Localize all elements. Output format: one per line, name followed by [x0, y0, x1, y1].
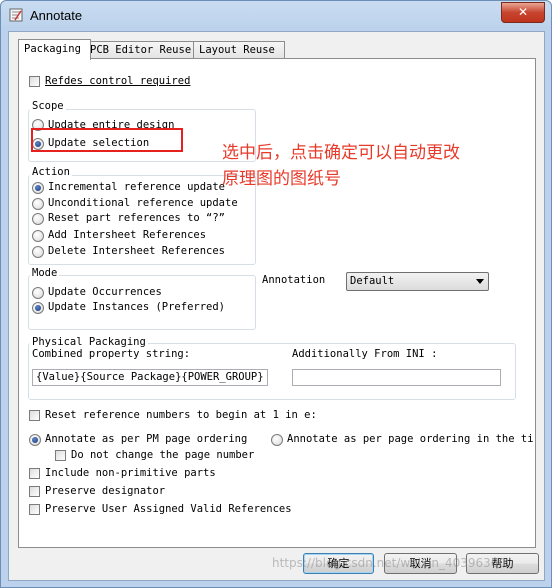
annotation-label: Annotation — [262, 274, 326, 286]
selection-highlight-box — [31, 128, 183, 152]
close-button[interactable]: ✕ — [501, 2, 545, 23]
annotate-dialog: Annotate ✕ Packaging PCB Editor Reuse La… — [0, 0, 552, 588]
close-icon: ✕ — [517, 5, 529, 19]
action-group-label: Action — [30, 166, 72, 178]
annotation-note-line-2: 原理图的图纸号 — [222, 169, 341, 189]
tab-pcb-editor-reuse[interactable]: PCB Editor Reuse — [84, 41, 195, 59]
tab-packaging[interactable]: Packaging — [18, 39, 91, 60]
action-add-intersheet-radio[interactable] — [32, 230, 44, 242]
preserve-user-refs-label: Preserve User Assigned Valid References — [45, 503, 292, 515]
tab-layout-reuse[interactable]: Layout Reuse — [193, 41, 285, 59]
action-delete-intersheet-label: Delete Intersheet References — [48, 245, 226, 257]
preserve-designator-label: Preserve designator — [45, 485, 166, 497]
pm-page-ordering-radio[interactable] — [29, 434, 41, 446]
action-incremental-label: Incremental reference update — [48, 181, 226, 193]
combined-property-label: Combined property string: — [32, 348, 191, 360]
action-add-intersheet-label: Add Intersheet References — [48, 229, 207, 241]
annotation-note: 选中后，点击确定可以自动更改 原理图的图纸号 — [222, 140, 522, 192]
title-bar[interactable]: Annotate ✕ — [1, 1, 551, 29]
reset-numbers-label: Reset reference numbers to begin at 1 in… — [45, 409, 317, 421]
annotation-note-line-1: 选中后，点击确定可以自动更改 — [222, 143, 460, 163]
additionally-from-ini-input[interactable] — [292, 369, 501, 386]
reset-numbers-checkbox[interactable] — [29, 410, 40, 421]
annotation-select[interactable]: Default — [346, 272, 489, 291]
preserve-user-refs-checkbox[interactable] — [29, 504, 40, 515]
mode-update-occurrences-radio[interactable] — [32, 287, 44, 299]
app-icon — [9, 8, 23, 22]
page-ordering-label: Annotate as per page ordering in the ti — [287, 433, 534, 445]
action-unconditional-radio[interactable] — [32, 198, 44, 210]
preserve-designator-checkbox[interactable] — [29, 486, 40, 497]
combined-property-input[interactable]: {Value}{Source Package}{POWER_GROUP} — [32, 369, 268, 386]
refdes-control-checkbox[interactable] — [29, 76, 40, 87]
action-reset-radio[interactable] — [32, 213, 44, 225]
page-ordering-radio[interactable] — [271, 434, 283, 446]
action-unconditional-label: Unconditional reference update — [48, 197, 238, 209]
mode-update-instances-radio[interactable] — [32, 302, 44, 314]
chevron-down-icon — [476, 279, 484, 284]
mode-group-label: Mode — [30, 267, 60, 279]
watermark: https://blog.csdn.net/weixin_40396300 — [272, 556, 507, 570]
mode-update-instances-label: Update Instances (Preferred) — [48, 301, 226, 313]
do-not-change-page-checkbox[interactable] — [55, 450, 66, 461]
physical-packaging-label: Physical Packaging — [30, 336, 148, 348]
action-reset-label: Reset part references to “?” — [48, 212, 226, 224]
dialog-client-area: Packaging PCB Editor Reuse Layout Reuse … — [8, 31, 545, 581]
pm-page-ordering-label: Annotate as per PM page ordering — [45, 433, 248, 445]
window-title: Annotate — [30, 8, 83, 23]
scope-group-label: Scope — [30, 100, 66, 112]
do-not-change-page-label: Do not change the page number — [71, 449, 255, 461]
refdes-control-label: Refdes control required — [45, 75, 191, 87]
include-non-primitive-label: Include non-primitive parts — [45, 467, 216, 479]
action-incremental-radio[interactable] — [32, 182, 44, 194]
annotation-select-value: Default — [350, 275, 395, 287]
action-delete-intersheet-radio[interactable] — [32, 246, 44, 258]
include-non-primitive-checkbox[interactable] — [29, 468, 40, 479]
additionally-from-ini-label: Additionally From INI : — [292, 348, 438, 360]
mode-update-occurrences-label: Update Occurrences — [48, 286, 162, 298]
